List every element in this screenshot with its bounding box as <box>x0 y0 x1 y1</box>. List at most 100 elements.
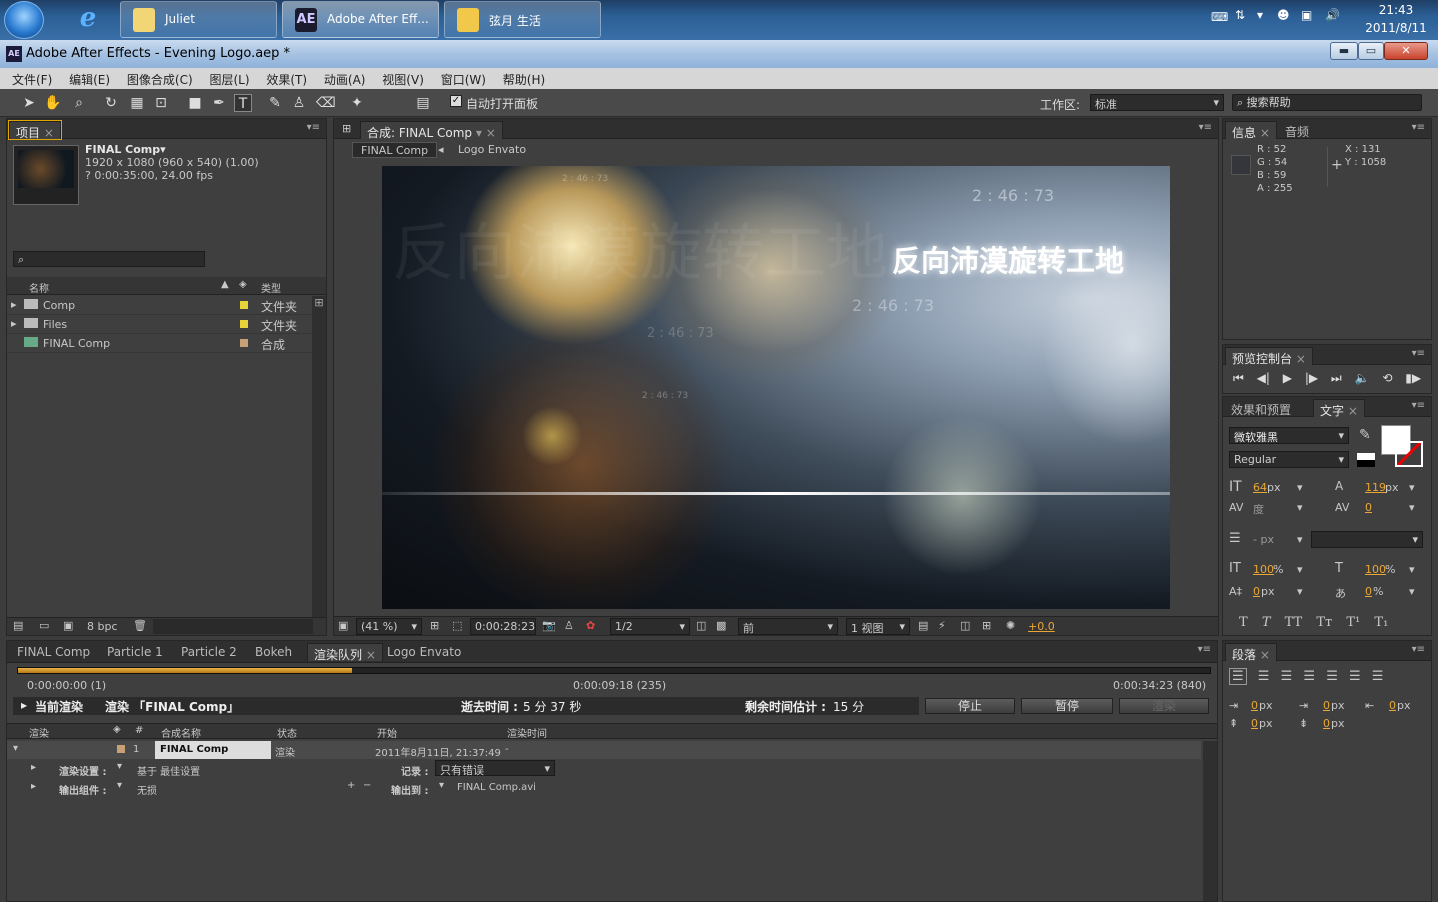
menu-file[interactable]: 文件(F) <box>12 73 52 87</box>
network-icon[interactable]: ⇅ <box>1235 8 1245 22</box>
project-search-input[interactable]: ⌕ <box>13 251 205 267</box>
menu-animation[interactable]: 动画(A) <box>324 73 366 87</box>
stroke-color-swatch[interactable] <box>1395 441 1423 467</box>
panel-menu-icon[interactable]: ▾≡ <box>307 122 320 133</box>
all-caps-icon[interactable]: TT <box>1285 615 1303 630</box>
panel-menu-icon[interactable]: ▾≡ <box>1199 122 1212 133</box>
project-item-final-comp[interactable]: FINAL Comp 合成 <box>7 334 326 353</box>
rectangle-tool-icon[interactable]: ■ <box>186 94 204 112</box>
align-center-icon[interactable]: ☰ <box>1258 669 1270 684</box>
menu-help[interactable]: 帮助(H) <box>503 73 545 87</box>
label-color[interactable] <box>240 339 248 347</box>
tracking-value[interactable]: 0 <box>1365 501 1372 514</box>
chevron-down-icon[interactable]: ▾ <box>1409 563 1415 576</box>
search-help-field[interactable]: ⌕ 搜索帮助 <box>1232 94 1422 111</box>
transparency-grid-icon[interactable]: ▩ <box>716 619 726 632</box>
menu-effect[interactable]: 效果(T) <box>266 73 307 87</box>
qq-icon[interactable]: ☻ <box>1277 8 1290 22</box>
align-right-icon[interactable]: ☰ <box>1281 669 1293 684</box>
timeline-icon[interactable]: ◫ <box>960 619 970 632</box>
audio-icon[interactable]: 🔈 <box>1355 371 1370 385</box>
current-time-field[interactable]: 0:00:28:23 <box>470 618 536 635</box>
close-icon[interactable]: × <box>1348 404 1358 418</box>
label-color[interactable] <box>240 320 248 328</box>
project-item-files[interactable]: ▸ Files 文件夹 <box>7 315 326 334</box>
pause-button[interactable]: 暂停 <box>1021 698 1113 714</box>
panel-toggle-icon[interactable]: ▤ <box>414 94 432 112</box>
justify-right-icon[interactable]: ☰ <box>1349 669 1361 684</box>
indent-left-value[interactable]: 0 <box>1251 699 1258 712</box>
label-color[interactable] <box>240 301 248 309</box>
pan-behind-tool-icon[interactable]: ⊡ <box>152 94 170 112</box>
collapse-arrow-icon[interactable]: ▾ <box>13 743 18 754</box>
camera-tool-icon[interactable]: ▦ <box>128 94 146 112</box>
horizontal-scale-value[interactable]: 100 <box>1365 563 1386 576</box>
justify-all-icon[interactable]: ☰ <box>1372 669 1384 684</box>
align-left-icon[interactable]: ☰ <box>1229 668 1247 685</box>
tab-info[interactable]: 信息 × <box>1225 121 1277 140</box>
faux-italic-icon[interactable]: T <box>1262 615 1271 630</box>
breadcrumb-logo-envato[interactable]: Logo Envato <box>458 143 526 156</box>
new-comp-icon[interactable]: ▣ <box>63 619 73 632</box>
volume-icon[interactable]: 🔊 <box>1325 8 1340 22</box>
chevron-down-icon[interactable]: ▾ <box>117 761 122 772</box>
leading-value[interactable]: 119 <box>1365 481 1386 494</box>
close-icon[interactable]: × <box>1260 648 1270 662</box>
small-caps-icon[interactable]: Tт <box>1316 615 1332 630</box>
show-snapshot-icon[interactable]: ♙ <box>564 619 574 632</box>
add-output-icon[interactable]: + <box>347 780 355 791</box>
chevron-down-icon[interactable]: ▾ <box>1297 501 1303 514</box>
interpret-footage-icon[interactable]: ▤ <box>13 619 23 632</box>
taskbar-item-after-effects[interactable]: AE Adobe After Eff... <box>282 1 439 38</box>
expand-arrow-icon[interactable]: ▸ <box>11 317 17 330</box>
close-icon[interactable]: × <box>1296 352 1306 366</box>
sort-up-icon[interactable]: ▲ <box>221 279 229 290</box>
output-to-value[interactable]: FINAL Comp.avi <box>457 782 536 793</box>
superscript-icon[interactable]: T¹ <box>1346 615 1360 630</box>
tab-project[interactable]: 项目 × <box>8 120 62 140</box>
resolution-dropdown[interactable]: 1/2 <box>610 618 690 635</box>
channel-icon[interactable]: ✿ <box>586 619 595 632</box>
label-icon[interactable]: ◈ <box>113 724 121 735</box>
region-of-interest-icon[interactable]: ◫ <box>696 619 706 632</box>
tab-composition[interactable]: 合成: FINAL Comp ▾ × <box>360 121 503 140</box>
minimize-button[interactable]: ▬ <box>1330 42 1358 60</box>
item-comp-name[interactable]: FINAL Comp <box>155 741 271 759</box>
tab-render-queue[interactable]: 渲染队列 × <box>307 643 383 662</box>
menu-view[interactable]: 视图(V) <box>382 73 424 87</box>
comp-viewer[interactable]: 反向沛漠旋转工地 反向沛漠旋转工地 2 : 46 : 73 2 : 46 : 7… <box>382 166 1170 609</box>
exposure-value[interactable]: +0.0 <box>1028 620 1055 633</box>
col-render-time[interactable]: 渲染时间 <box>507 725 547 740</box>
panel-menu-icon[interactable]: ▾≡ <box>1198 644 1211 655</box>
menu-edit[interactable]: 编辑(E) <box>69 73 110 87</box>
indent-right-value[interactable]: 0 <box>1389 699 1396 712</box>
render-settings-value[interactable]: 基于 最佳设置 <box>137 763 200 778</box>
trash-icon[interactable]: 🗑 <box>133 619 147 632</box>
stroke-style-dropdown[interactable] <box>1311 531 1423 548</box>
stroke-width-value[interactable]: - px <box>1253 533 1274 546</box>
col-number[interactable]: # <box>135 725 143 736</box>
tab-character[interactable]: 文字 × <box>1313 399 1365 418</box>
render-button[interactable]: 渲染 <box>1119 698 1209 714</box>
tab-final-comp[interactable]: FINAL Comp <box>11 643 96 661</box>
lock-icon[interactable]: ⊞ <box>342 122 351 135</box>
space-after-value[interactable]: 0 <box>1323 717 1330 730</box>
tab-particle-2[interactable]: Particle 2 <box>175 643 243 661</box>
font-family-dropdown[interactable]: 微软雅黑 <box>1229 427 1349 444</box>
subscript-icon[interactable]: T₁ <box>1374 615 1388 630</box>
chevron-down-icon[interactable]: ▾ <box>1409 585 1415 598</box>
horizontal-scrollbar[interactable] <box>153 619 313 634</box>
render-queue-item[interactable]: ▾ 1 FINAL Comp 渲染 2011年8月11日, 21:37:49 - <box>7 741 1201 759</box>
toggle-pixel-aspect-icon[interactable]: ▤ <box>918 619 928 632</box>
monitor-icon[interactable]: ▣ <box>1301 8 1312 22</box>
play-icon[interactable]: ▶ <box>1283 371 1292 385</box>
always-preview-icon[interactable]: ▣ <box>338 619 348 632</box>
chevron-down-icon[interactable]: ▾ <box>1409 481 1415 494</box>
expand-arrow-icon[interactable]: ▸ <box>21 698 27 712</box>
remove-output-icon[interactable]: − <box>363 780 371 791</box>
chevron-down-icon[interactable]: ▾ <box>476 126 482 140</box>
justify-left-icon[interactable]: ☰ <box>1303 669 1315 684</box>
tab-logo-envato[interactable]: Logo Envato <box>381 643 467 661</box>
clock[interactable]: 21:43 2011/8/11 <box>1356 1 1436 39</box>
col-type[interactable]: 类型 <box>261 280 281 295</box>
